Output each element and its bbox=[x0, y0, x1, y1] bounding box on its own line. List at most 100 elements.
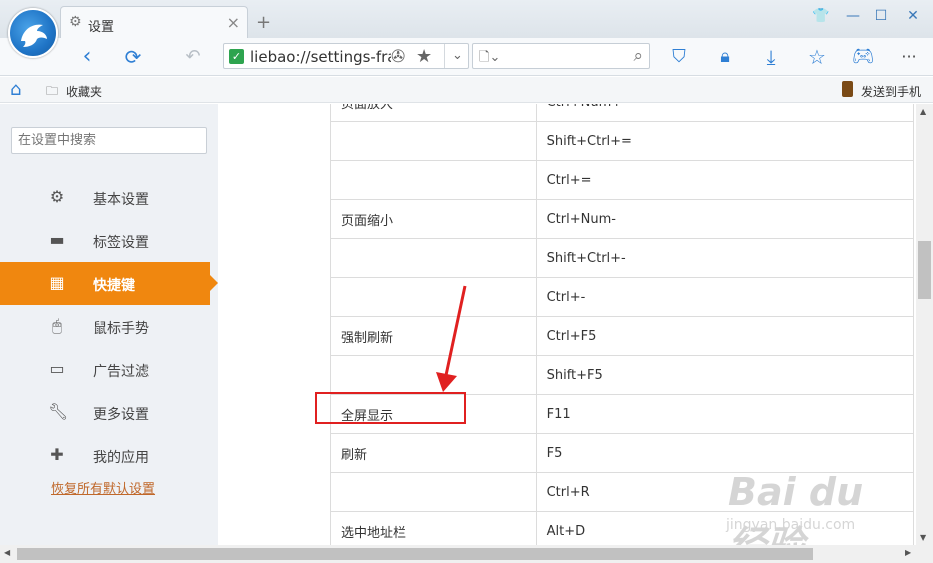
table-row: Shift+Ctrl+- bbox=[330, 238, 915, 278]
watermark-text: Bai du 经验 bbox=[728, 470, 864, 545]
shortcut-action bbox=[330, 472, 537, 512]
close-tab-icon[interactable]: × bbox=[227, 13, 240, 32]
shortcut-action: 选中地址栏 bbox=[330, 511, 537, 545]
horizontal-scrollbar[interactable]: ◀ ▶ bbox=[0, 545, 933, 563]
table-row: Shift+F5 bbox=[330, 355, 915, 395]
sidebar-item-label: 鼠标手势 bbox=[93, 321, 149, 337]
table-row: Ctrl+= bbox=[330, 160, 915, 200]
minimize-button[interactable]: — bbox=[841, 6, 865, 26]
sidebar-item-label: 标签设置 bbox=[93, 235, 149, 251]
shortcut-action: 页面放大 bbox=[330, 104, 537, 122]
sidebar-item-label: 快捷键 bbox=[93, 278, 135, 294]
restore-defaults-link[interactable]: 恢复所有默认设置 bbox=[51, 478, 155, 497]
shortcut-keys[interactable]: Ctrl+F5 bbox=[535, 316, 915, 356]
chevron-down-icon[interactable]: ⌄ bbox=[444, 44, 468, 68]
tab-title: 设置 bbox=[88, 20, 115, 35]
shortcut-keys[interactable]: Shift+Ctrl+- bbox=[535, 238, 915, 278]
star-add-icon[interactable]: ★ bbox=[416, 46, 432, 67]
scroll-up-icon[interactable]: ▲ bbox=[920, 107, 926, 116]
window-icon: ▭ bbox=[49, 359, 65, 378]
close-window-button[interactable]: ✕ bbox=[901, 6, 925, 26]
star-icon[interactable]: ☆ bbox=[804, 45, 830, 69]
settings-search-input[interactable] bbox=[11, 127, 207, 154]
wrench-icon: 🔧︎ bbox=[48, 402, 69, 421]
tab-icon: ▬ bbox=[49, 230, 65, 249]
shortcut-keys[interactable]: Ctrl+Num- bbox=[535, 199, 915, 239]
shortcut-keys[interactable]: Ctrl+- bbox=[535, 277, 915, 317]
skin-icon[interactable]: 👕 bbox=[809, 6, 833, 26]
lock-icon[interactable]: 🔒︎ bbox=[712, 45, 738, 69]
refresh-icon[interactable]: ⟳ bbox=[120, 45, 146, 69]
favorites-link[interactable]: 收藏夹 bbox=[66, 83, 102, 100]
shortcut-keys[interactable]: Ctrl+= bbox=[535, 160, 915, 200]
address-bar[interactable]: ✓ liebao://settings-fra ✇ ★ ⌄ bbox=[223, 43, 469, 69]
sidebar-item-shortcuts[interactable]: ▦ 快捷键 bbox=[0, 262, 218, 305]
gamepad-icon[interactable]: 🎮︎ bbox=[850, 45, 876, 69]
maximize-button[interactable]: ☐ bbox=[869, 6, 893, 26]
shortcut-keys[interactable]: Ctrl+Num+ bbox=[535, 104, 915, 122]
sidebar-item-mouse-gestures[interactable]: 🖱︎ 鼠标手势 bbox=[0, 305, 218, 348]
table-row: 页面放大Ctrl+Num+ bbox=[330, 104, 915, 122]
sidebar-item-label: 我的应用 bbox=[93, 450, 149, 466]
navigation-toolbar: ‹ ⟳ ↶ ✓ liebao://settings-fra ✇ ★ ⌄ 🗋⌄ ⌕… bbox=[0, 38, 933, 76]
secure-check-icon: ✓ bbox=[229, 49, 244, 64]
table-row: 强制刷新 Ctrl+F5 bbox=[330, 316, 915, 356]
search-box[interactable]: 🗋⌄ ⌕ bbox=[472, 43, 650, 69]
shortcut-action bbox=[330, 121, 537, 161]
shield-icon[interactable]: ⛉ bbox=[666, 45, 692, 69]
annotation-arrow bbox=[436, 285, 467, 392]
shortcut-action: 刷新 bbox=[330, 433, 537, 473]
puzzle-icon: ✚ bbox=[50, 445, 64, 464]
fan-icon[interactable]: ✇ bbox=[391, 47, 406, 67]
address-url[interactable]: liebao://settings-fra bbox=[250, 48, 396, 66]
sidebar-item-label: 更多设置 bbox=[93, 407, 149, 423]
sidebar-item-label: 广告过滤 bbox=[93, 364, 149, 380]
tab-settings[interactable]: ⚙ 设置 × bbox=[60, 6, 248, 38]
shortcut-keys[interactable]: F11 bbox=[535, 394, 915, 434]
browser-logo[interactable] bbox=[8, 8, 58, 58]
phone-icon[interactable] bbox=[842, 81, 853, 97]
home-icon[interactable]: ⌂ bbox=[10, 79, 21, 100]
mouse-icon: 🖱︎ bbox=[52, 316, 62, 335]
leopard-icon bbox=[21, 24, 47, 47]
sidebar-item-tabs[interactable]: ▬ 标签设置 bbox=[0, 219, 218, 262]
table-row: Shift+Ctrl+= bbox=[330, 121, 915, 161]
folder-icon: 🗀 bbox=[46, 84, 59, 98]
scroll-thumb[interactable] bbox=[918, 241, 931, 299]
document-icon[interactable]: 🗋⌄ bbox=[479, 48, 500, 70]
shortcut-action bbox=[330, 238, 537, 278]
shortcut-action: 页面缩小 bbox=[330, 199, 537, 239]
download-icon[interactable]: ⤓ bbox=[758, 45, 784, 69]
shortcut-keys[interactable]: Shift+Ctrl+= bbox=[535, 121, 915, 161]
sidebar-item-more[interactable]: 🔧︎ 更多设置 bbox=[0, 391, 218, 434]
watermark-sub: jingyan.baidu.com bbox=[726, 517, 856, 533]
settings-sidebar: ⚙ 基本设置 ▬ 标签设置 ▦ 快捷键 🖱︎ 鼠标手势 ▭ 广告过滤 🔧︎ 更多… bbox=[0, 104, 218, 545]
sidebar-item-my-apps[interactable]: ✚ 我的应用 bbox=[0, 434, 218, 477]
sidebar-item-label: 基本设置 bbox=[93, 192, 149, 208]
bookmarks-bar: ⌂ 🗀 收藏夹 发送到手机 bbox=[0, 77, 933, 103]
more-menu-icon[interactable]: ··· bbox=[896, 45, 922, 69]
sidebar-item-basic[interactable]: ⚙ 基本设置 bbox=[0, 176, 218, 219]
search-icon[interactable]: ⌕ bbox=[633, 46, 643, 66]
vertical-scrollbar[interactable]: ▲ ▼ bbox=[916, 104, 933, 545]
scroll-down-icon[interactable]: ▼ bbox=[920, 533, 926, 542]
send-to-phone-link[interactable]: 发送到手机 bbox=[861, 83, 921, 100]
shortcut-action bbox=[330, 160, 537, 200]
baidu-watermark: Bai du 经验 jingyan.baidu.com bbox=[718, 452, 908, 545]
title-bar: ⚙ 设置 × + 👕 — ☐ ✕ bbox=[0, 0, 933, 38]
table-row: 页面缩小 Ctrl+Num- bbox=[330, 199, 915, 239]
gear-icon: ⚙ bbox=[49, 187, 65, 206]
annotation-highlight-box bbox=[315, 392, 466, 424]
layout-icon: ▦ bbox=[49, 273, 65, 292]
table-row: Ctrl+- bbox=[330, 277, 915, 317]
back-icon[interactable]: ‹ bbox=[74, 45, 100, 69]
gear-icon: ⚙ bbox=[69, 14, 82, 30]
new-tab-button[interactable]: + bbox=[256, 12, 271, 33]
shortcuts-panel: 页面放大Ctrl+Num+Shift+Ctrl+=Ctrl+=页面缩小Ctrl+… bbox=[218, 104, 916, 545]
sidebar-item-ad-filter[interactable]: ▭ 广告过滤 bbox=[0, 348, 218, 391]
shortcut-keys[interactable]: Shift+F5 bbox=[535, 355, 915, 395]
undo-icon[interactable]: ↶ bbox=[180, 45, 206, 69]
scroll-right-icon[interactable]: ▶ bbox=[905, 548, 911, 557]
scroll-thumb[interactable] bbox=[17, 548, 813, 560]
scroll-left-icon[interactable]: ◀ bbox=[4, 548, 10, 557]
